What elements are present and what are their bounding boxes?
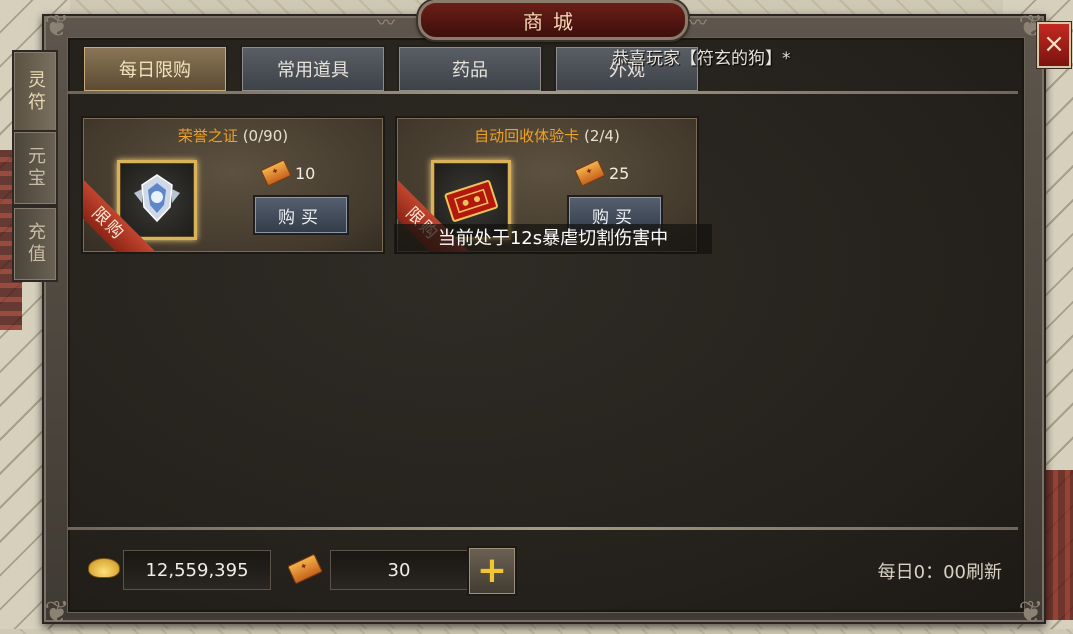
gold-ingot-icon xyxy=(88,558,120,578)
shop-panel: ❦ ❦ ❦ ❦ xyxy=(42,9,1046,630)
side-tab-label: 元宝 xyxy=(25,146,46,190)
buy-button-label: 购买 xyxy=(278,207,324,228)
shop-item-card: 荣誉之证 (0/90) 限购 ✦ 10 购买 xyxy=(81,116,385,254)
corner-ornament-icon: ❦ xyxy=(44,595,70,630)
side-tab-label: 充值 xyxy=(25,222,46,266)
item-purchase-count: (2/4) xyxy=(583,127,620,145)
footer-divider xyxy=(68,527,1018,530)
item-price-value: 25 xyxy=(609,163,630,183)
corner-ornament-icon: ❦ xyxy=(44,9,70,44)
side-tab-recharge[interactable]: 充值 xyxy=(12,206,58,282)
tabs-divider xyxy=(68,91,1018,94)
item-price: ✦ 25 xyxy=(574,159,630,187)
window-title: 〰 商城 〰 xyxy=(377,0,707,40)
coupon-icon: ✦ xyxy=(574,159,606,187)
status-toast: 当前处于12s暴虐切割伤害中 xyxy=(394,224,712,254)
tab-label: 每日限购 xyxy=(119,60,191,81)
coupon-balance-icon-wrap: ✦ xyxy=(287,553,323,585)
tab-label: 药品 xyxy=(452,60,488,81)
title-wing-icon: 〰 xyxy=(689,13,717,34)
side-tab-label: 灵符 xyxy=(25,70,46,114)
window-title-text: 商城 xyxy=(523,9,583,34)
ingot-balance: 12,559,395 xyxy=(123,550,271,590)
corner-ornament-icon: ❦ xyxy=(1018,595,1044,630)
item-name: 自动回收体验卡 xyxy=(474,127,580,145)
tab-daily-limited[interactable]: 每日限购 xyxy=(82,45,228,93)
refresh-note: 每日0：00刷新 xyxy=(877,562,1002,583)
item-purchase-count: (0/90) xyxy=(242,127,289,145)
tab-label: 常用道具 xyxy=(277,60,349,81)
side-tab-yuanbao[interactable]: 元宝 xyxy=(12,130,58,206)
tab-common-items[interactable]: 常用道具 xyxy=(240,45,386,93)
item-price: ✦ 10 xyxy=(260,159,316,187)
close-icon: × xyxy=(1043,29,1065,59)
plus-icon: + xyxy=(476,550,508,591)
item-price-value: 10 xyxy=(295,163,316,183)
coupon-icon: ✦ xyxy=(260,159,292,187)
side-tab-lingfu[interactable]: 灵符 xyxy=(12,50,58,134)
recharge-plus-button[interactable]: + xyxy=(467,546,517,596)
item-title: 荣誉之证 (0/90) xyxy=(83,125,383,146)
honor-emblem-icon xyxy=(134,174,180,223)
title-wing-icon: 〰 xyxy=(377,13,405,34)
tab-medicine[interactable]: 药品 xyxy=(397,45,543,93)
close-button[interactable]: × xyxy=(1037,22,1071,68)
item-name: 荣誉之证 xyxy=(177,127,238,145)
item-title: 自动回收体验卡 (2/4) xyxy=(397,125,697,146)
buy-button[interactable]: 购买 xyxy=(253,195,349,235)
coupon-balance: 30 xyxy=(330,550,468,590)
broadcast-marquee: 恭喜玩家【符玄的狗】* xyxy=(612,49,791,69)
